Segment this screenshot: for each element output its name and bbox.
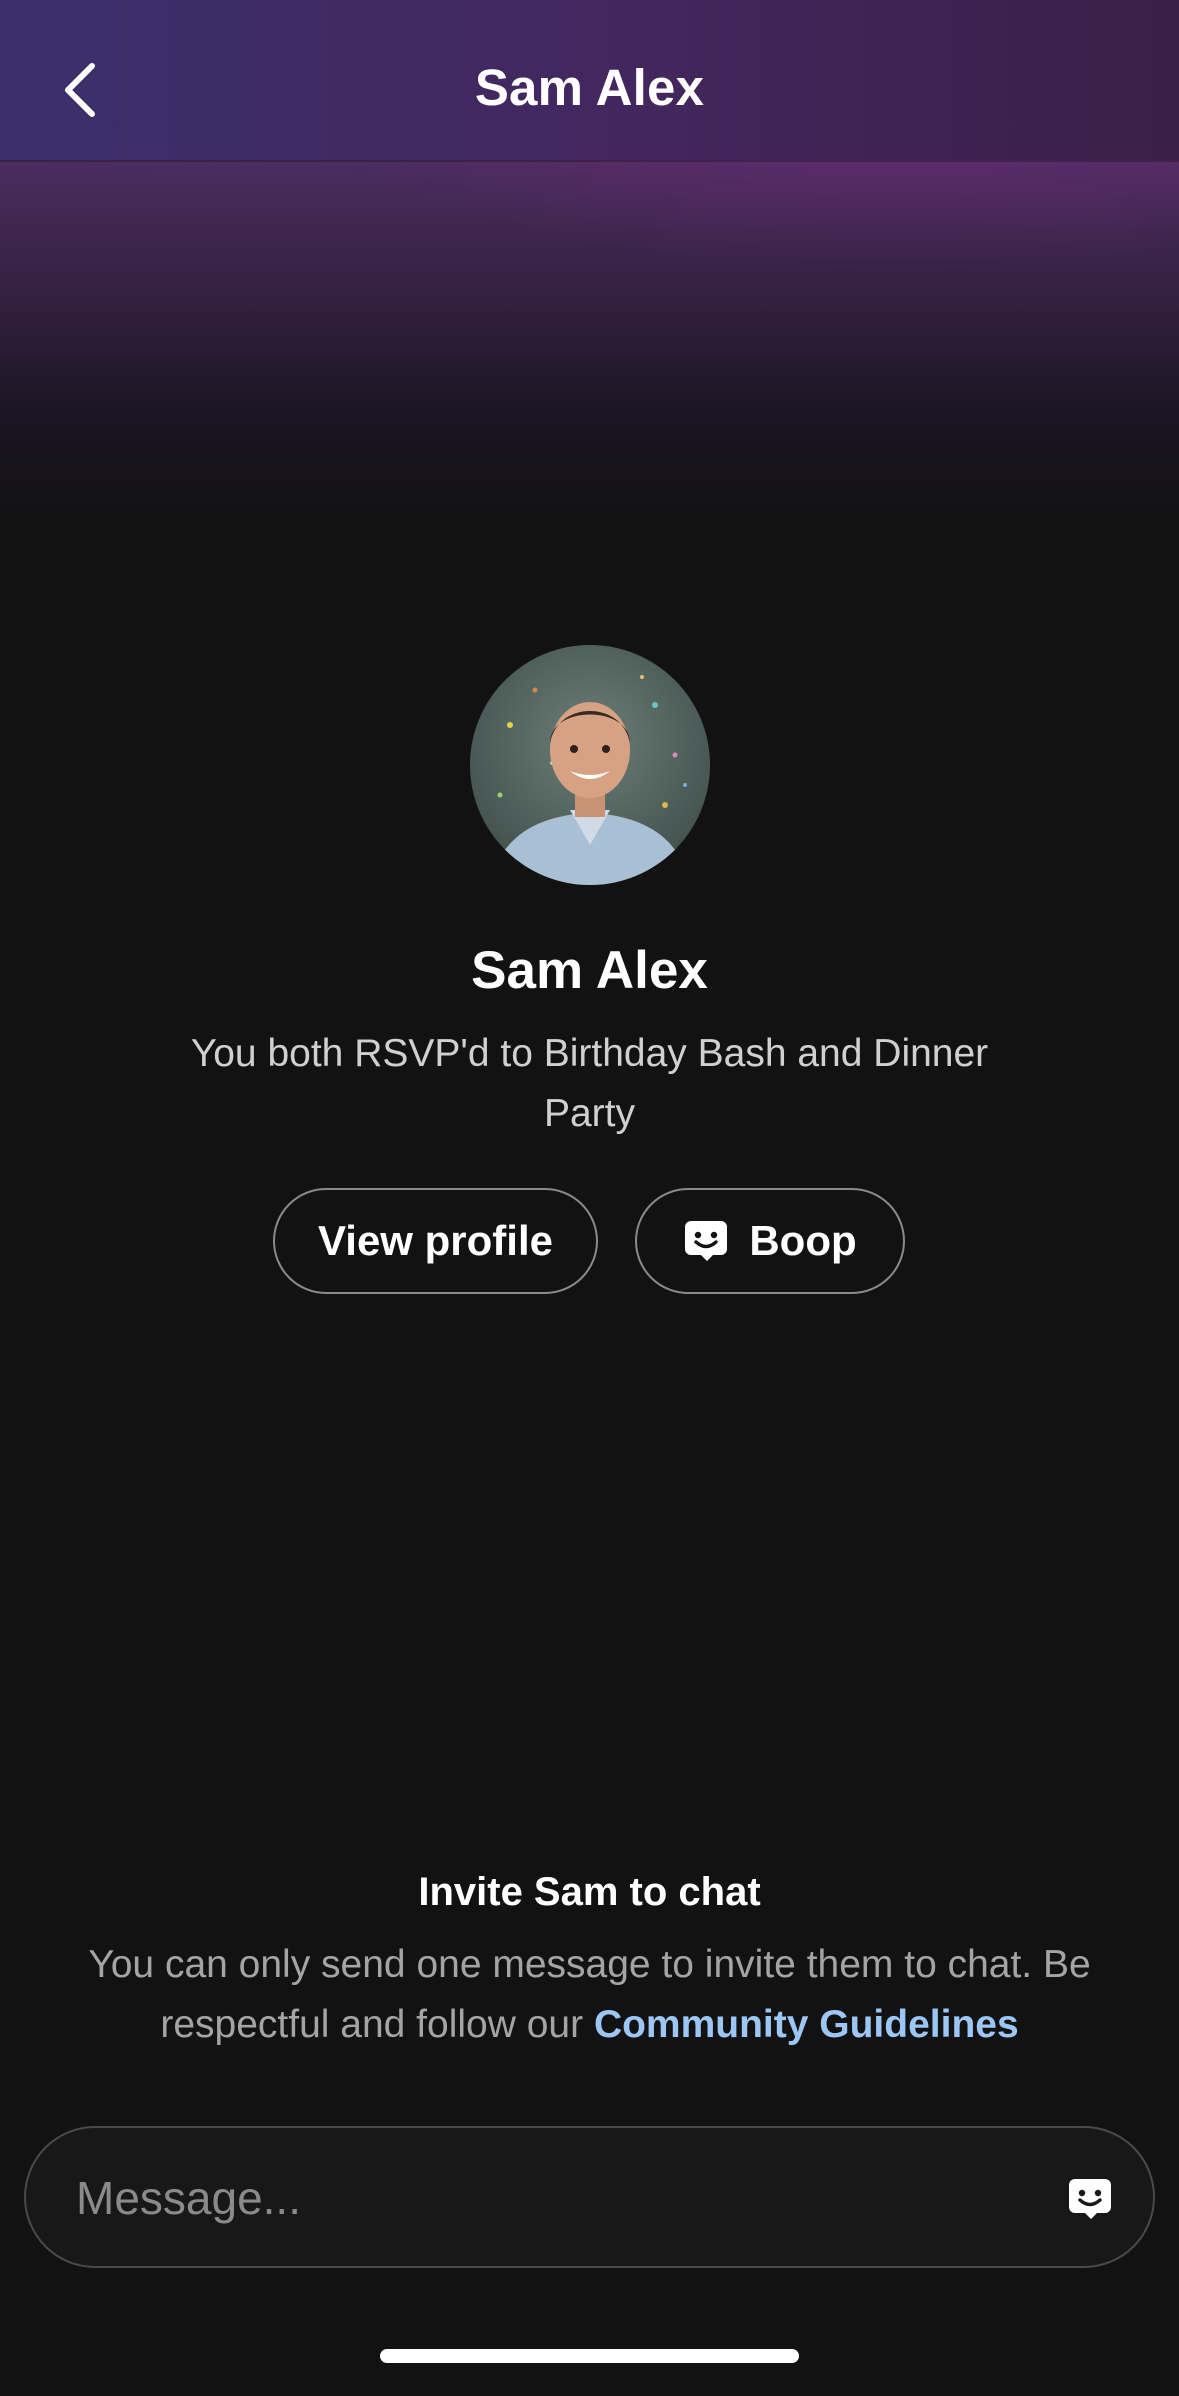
- profile-name: Sam Alex: [471, 941, 708, 1000]
- boop-send-button[interactable]: [1062, 2171, 1118, 2227]
- mutual-events-text: You both RSVP'd to Birthday Bash and Din…: [190, 1032, 989, 1135]
- community-guidelines-link[interactable]: Community Guidelines: [594, 2003, 1019, 2046]
- invite-title: Invite Sam to chat: [418, 1870, 761, 1914]
- avatar-photo: [490, 675, 690, 885]
- boop-label: Boop: [749, 1217, 857, 1264]
- home-indicator[interactable]: [380, 2349, 799, 2363]
- invite-description: You can only send one message to invite …: [60, 1935, 1119, 2055]
- message-composer: [24, 2126, 1155, 2268]
- view-profile-label: View profile: [318, 1217, 553, 1264]
- message-input[interactable]: [76, 2158, 1016, 2238]
- boop-face-icon: [685, 1221, 728, 1261]
- avatar[interactable]: [470, 645, 710, 885]
- boop-button[interactable]: Boop: [635, 1188, 905, 1294]
- view-profile-button[interactable]: View profile: [273, 1188, 598, 1294]
- navigation-bar: Sam Alex: [0, 0, 1179, 160]
- page-title: Sam Alex: [474, 59, 705, 116]
- boop-face-icon: [1069, 2179, 1111, 2219]
